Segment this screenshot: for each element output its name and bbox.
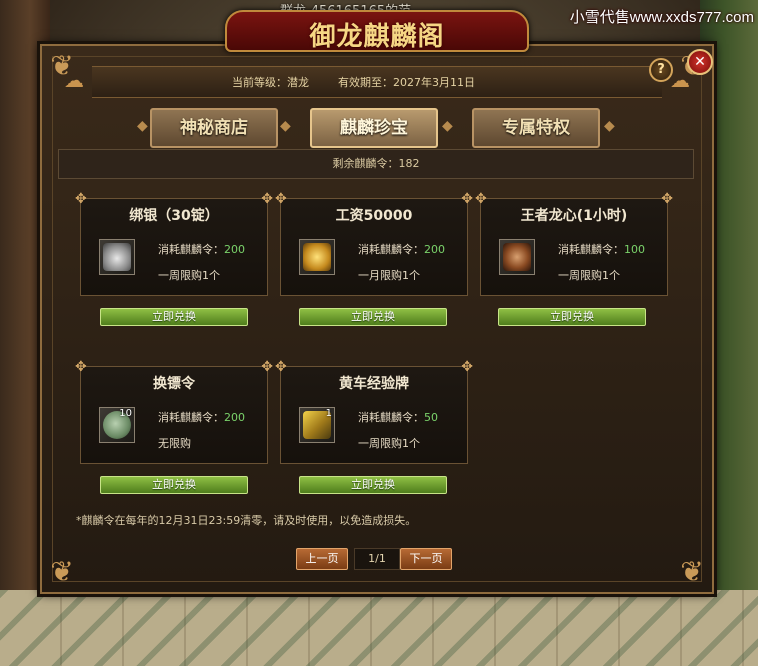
exchange-button[interactable]: 立即兑换: [299, 476, 447, 494]
item-card: 黄车经验牌 1 消耗麒麟令：50 一周限购1个: [275, 359, 473, 464]
window-title: 御龙麒麟阁: [309, 22, 445, 52]
tab-divider-icon: ◆: [137, 118, 148, 134]
item-limit: 无限购: [158, 437, 191, 450]
item-card: 绑银（30锭） 消耗麒麟令：200 一周限购1个: [75, 191, 273, 296]
tab-qilin-treasure[interactable]: 麒麟珍宝: [310, 108, 438, 148]
dragon-heart-icon[interactable]: [499, 239, 535, 275]
current-level-text: 当前等级：潜龙: [232, 76, 309, 89]
item-name: 王者龙心(1小时): [520, 208, 628, 224]
corner-ornament-icon: ❦: [680, 555, 704, 588]
item-limit: 一月限购1个: [358, 269, 420, 282]
exchange-button[interactable]: 立即兑换: [100, 308, 248, 326]
watermark-text: 小雪代售www.xxds777.com: [569, 9, 754, 26]
item-name: 黄车经验牌: [339, 376, 409, 392]
salary-gold-icon[interactable]: [299, 239, 335, 275]
prev-page-button[interactable]: 上一页: [296, 548, 348, 570]
next-page-button[interactable]: 下一页: [400, 548, 452, 570]
yellow-cart-exp-icon[interactable]: 1: [299, 407, 335, 443]
silver-ingot-icon[interactable]: [99, 239, 135, 275]
reset-notice-text: *麒麟令在每年的12月31日23:59清零，请及时使用，以免造成损失。: [76, 514, 417, 527]
exchange-button[interactable]: 立即兑换: [299, 308, 447, 326]
header-bar: 当前等级：潜龙 有效期至：2027年3月11日: [92, 66, 662, 98]
exchange-button[interactable]: 立即兑换: [498, 308, 646, 326]
tab-exclusive-privileges[interactable]: 专属特权: [472, 108, 600, 148]
remaining-tokens-bar: 剩余麒麟令：182: [58, 149, 694, 179]
item-limit: 一周限购1个: [558, 269, 620, 282]
item-limit: 一周限购1个: [358, 437, 420, 450]
item-cost: 消耗麒麟令：200: [158, 411, 245, 424]
item-cost: 消耗麒麟令：200: [158, 243, 245, 256]
tab-divider-icon: ◆: [442, 118, 453, 134]
item-card: 换镖令 10 消耗麒麟令：200 无限购: [75, 359, 273, 464]
tab-mystery-shop[interactable]: 神秘商店: [150, 108, 278, 148]
page-indicator: 1/1: [354, 548, 400, 570]
cloud-ornament-icon: ☁: [670, 68, 690, 92]
title-banner: 御龙麒麟阁: [225, 10, 529, 52]
item-name: 工资50000: [335, 208, 413, 224]
tab-divider-icon: ◆: [604, 118, 615, 134]
qilin-pavilion-window: ❦ ❦ ❦ ❦ 当前等级：潜龙 有效期至：2027年3月11日 ☁ ☁ ? ✕ …: [40, 44, 714, 594]
item-name: 换镖令: [153, 376, 195, 392]
item-cost: 消耗麒麟令：100: [558, 243, 645, 256]
expiry-date-text: 有效期至：2027年3月11日: [338, 76, 475, 89]
item-card: 王者龙心(1小时) 消耗麒麟令：100 一周限购1个: [475, 191, 673, 296]
exchange-button[interactable]: 立即兑换: [100, 476, 248, 494]
escort-token-icon[interactable]: 10: [99, 407, 135, 443]
corner-ornament-icon: ❦: [50, 555, 74, 588]
item-quantity: 10: [119, 408, 132, 419]
item-cost: 消耗麒麟令：200: [358, 243, 445, 256]
item-name: 绑银（30锭）: [129, 208, 219, 224]
background-floor: [0, 590, 758, 666]
cloud-ornament-icon: ☁: [64, 68, 84, 92]
tab-divider-icon: ◆: [280, 118, 291, 134]
close-button[interactable]: ✕: [687, 49, 713, 75]
item-quantity: 1: [325, 408, 332, 419]
item-card: 工资50000 消耗麒麟令：200 一月限购1个: [275, 191, 473, 296]
help-button[interactable]: ?: [649, 58, 673, 82]
item-limit: 一周限购1个: [158, 269, 220, 282]
item-cost: 消耗麒麟令：50: [358, 411, 438, 424]
